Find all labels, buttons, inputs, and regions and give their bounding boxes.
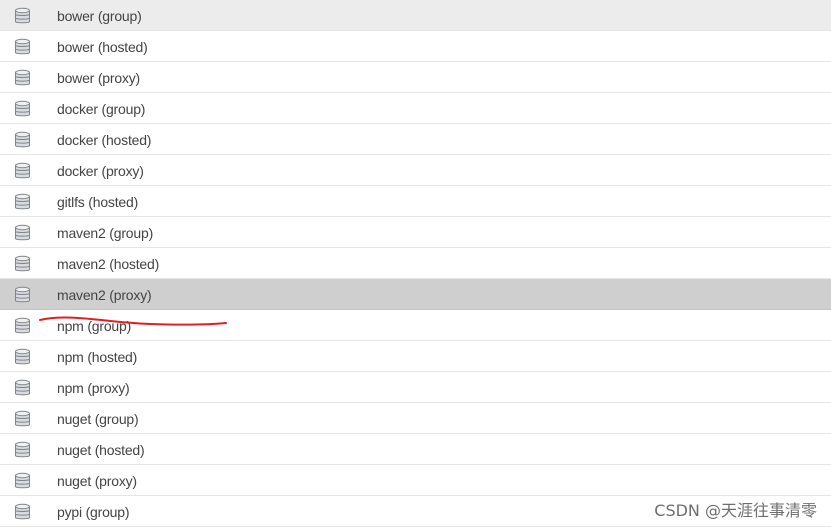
database-icon (14, 503, 31, 521)
repository-row-nuget-hosted[interactable]: nuget (hosted) (0, 434, 831, 465)
repository-row-bower-group[interactable]: bower (group) (0, 0, 831, 31)
database-icon (14, 317, 31, 335)
repository-name: bower (group) (57, 8, 142, 24)
repository-row-bower-hosted[interactable]: bower (hosted) (0, 31, 831, 62)
csdn-watermark: CSDN @天涯往事清零 (654, 501, 817, 520)
database-icon (14, 193, 31, 211)
repository-name: nuget (proxy) (57, 473, 137, 489)
repository-name: npm (proxy) (57, 380, 130, 396)
database-icon (14, 472, 31, 490)
repository-name: docker (group) (57, 101, 146, 117)
repository-row-docker-hosted[interactable]: docker (hosted) (0, 124, 831, 155)
repository-row-gitlfs-hosted[interactable]: gitlfs (hosted) (0, 186, 831, 217)
database-icon (14, 379, 31, 397)
repository-row-docker-group[interactable]: docker (group) (0, 93, 831, 124)
repository-name: npm (hosted) (57, 349, 138, 365)
repository-row-npm-group[interactable]: npm (group) (0, 310, 831, 341)
repository-name: docker (proxy) (57, 163, 144, 179)
repository-name: bower (proxy) (57, 70, 140, 86)
repository-name: gitlfs (hosted) (57, 194, 139, 210)
repository-name: maven2 (proxy) (57, 287, 152, 303)
database-icon (14, 7, 31, 25)
repository-row-nuget-proxy[interactable]: nuget (proxy) (0, 465, 831, 496)
repository-name: nuget (group) (57, 411, 139, 427)
database-icon (14, 410, 31, 428)
database-icon (14, 131, 31, 149)
repository-row-npm-hosted[interactable]: npm (hosted) (0, 341, 831, 372)
repository-name: maven2 (group) (57, 225, 154, 241)
repository-row-maven2-proxy[interactable]: maven2 (proxy) (0, 279, 831, 310)
database-icon (14, 162, 31, 180)
database-icon (14, 69, 31, 87)
repository-name: pypi (group) (57, 504, 130, 520)
database-icon (14, 348, 31, 366)
database-icon (14, 38, 31, 56)
database-icon (14, 286, 31, 304)
repository-list: bower (group) bower (hosted) bower (prox… (0, 0, 831, 527)
repository-row-maven2-group[interactable]: maven2 (group) (0, 217, 831, 248)
repository-name: nuget (hosted) (57, 442, 145, 458)
repository-row-docker-proxy[interactable]: docker (proxy) (0, 155, 831, 186)
repository-name: maven2 (hosted) (57, 256, 160, 272)
repository-row-maven2-hosted[interactable]: maven2 (hosted) (0, 248, 831, 279)
repository-row-npm-proxy[interactable]: npm (proxy) (0, 372, 831, 403)
repository-name: bower (hosted) (57, 39, 148, 55)
repository-name: npm (group) (57, 318, 132, 334)
repository-row-nuget-group[interactable]: nuget (group) (0, 403, 831, 434)
database-icon (14, 224, 31, 242)
database-icon (14, 441, 31, 459)
database-icon (14, 100, 31, 118)
repository-row-bower-proxy[interactable]: bower (proxy) (0, 62, 831, 93)
database-icon (14, 255, 31, 273)
repository-name: docker (hosted) (57, 132, 152, 148)
